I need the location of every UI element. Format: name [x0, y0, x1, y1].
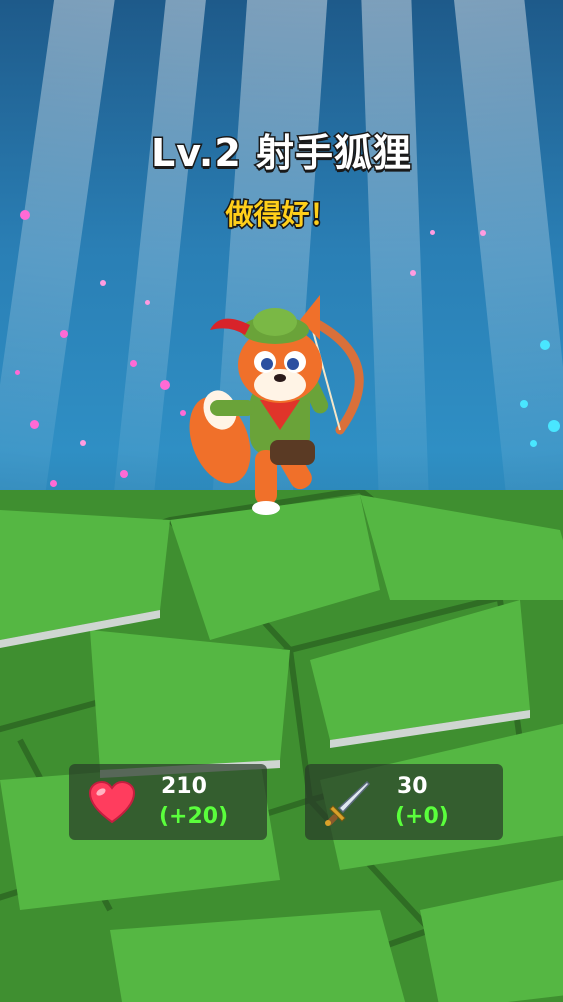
- health-bonus: (+20): [159, 804, 229, 829]
- heart-icon: [88, 780, 136, 824]
- attack-value: 30: [397, 774, 428, 799]
- health-value: 210: [161, 774, 207, 799]
- praise-subtitle: 做得好！: [224, 197, 339, 233]
- attack-bonus: (+0): [395, 804, 449, 829]
- archer-fox-character: [189, 295, 364, 515]
- sword-icon: [325, 780, 371, 826]
- level-up-title: Lv.2 射手狐狸: [150, 130, 413, 177]
- game-scene: Lv.2 射手狐狸 做得好！ 210 (+20) 30 (+0): [0, 0, 563, 1002]
- attack-stat-panel: 30 (+0): [305, 764, 503, 840]
- light-ray: [450, 0, 563, 561]
- grass-tiles: [0, 490, 563, 1002]
- health-stat-panel: 210 (+20): [69, 764, 267, 840]
